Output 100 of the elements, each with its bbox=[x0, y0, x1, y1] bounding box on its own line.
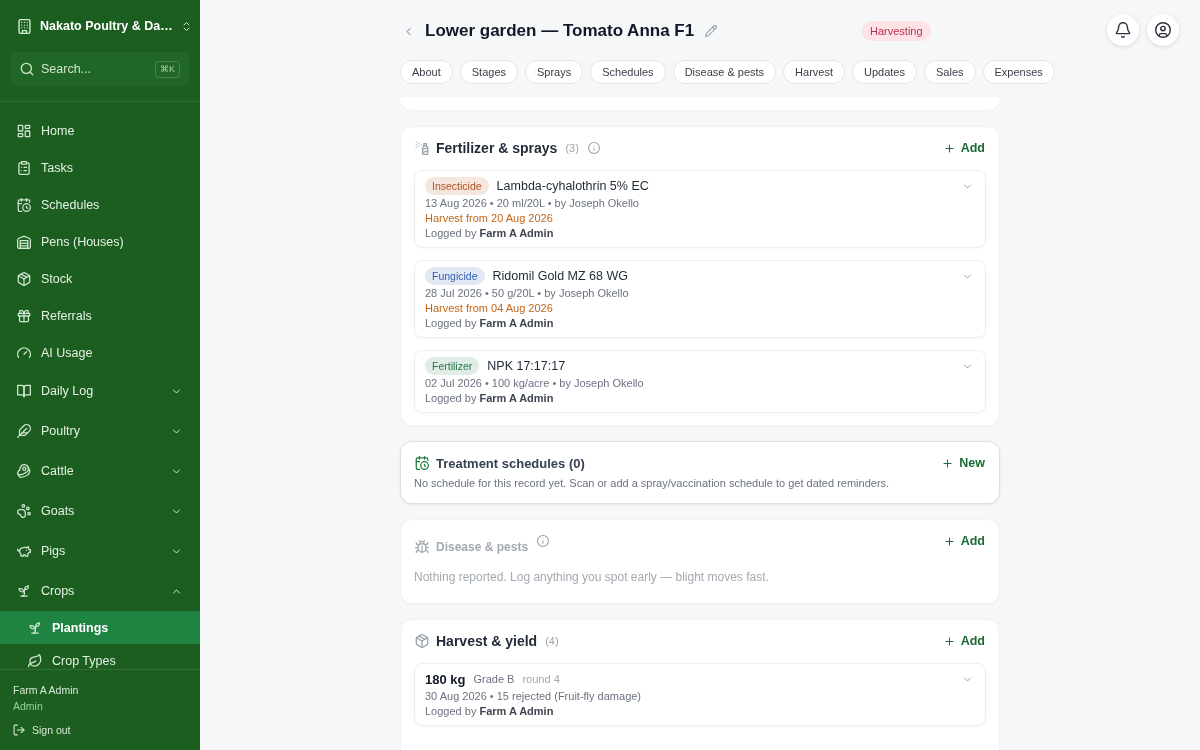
harvest-amount: 180 kg bbox=[425, 671, 466, 687]
sidebar-item[interactable]: Daily Log bbox=[0, 371, 200, 411]
sidebar-item[interactable]: Cattle bbox=[0, 451, 200, 491]
product-name: Lambda-cyhalothrin 5% EC bbox=[496, 179, 649, 193]
info-icon[interactable] bbox=[587, 142, 600, 154]
tab[interactable]: Updates bbox=[852, 60, 917, 84]
tab[interactable]: Sales bbox=[924, 60, 976, 84]
product-name: NPK 17:17:17 bbox=[487, 359, 566, 373]
sidebar-item[interactable]: Crop Types bbox=[0, 644, 200, 669]
spray-entry[interactable]: Fungicide Ridomil Gold MZ 68 WG 28 Jul 2026 • 50 g/20L • by Joseph Okello Harvest from 04 Aug 2026 Logged by Farm A Admin bbox=[414, 260, 986, 338]
entry-details: 02 Jul 2026 • 100 kg/acre • by Joseph Okello bbox=[425, 376, 645, 391]
tab[interactable]: Stages bbox=[459, 60, 518, 84]
bug-icon bbox=[415, 540, 429, 554]
org-switcher[interactable]: Nakato Poultry & Da… bbox=[0, 0, 200, 52]
plus-icon bbox=[943, 535, 955, 547]
cube-icon bbox=[17, 271, 31, 286]
section-title: Harvest & yield bbox=[436, 633, 538, 649]
sidebar-item[interactable]: AI Usage bbox=[0, 334, 200, 371]
user-name: Farm A Admin bbox=[13, 683, 80, 697]
warehouse-icon bbox=[17, 234, 31, 249]
tab[interactable]: Schedules bbox=[590, 60, 666, 84]
category-tag: Fungicide bbox=[425, 267, 485, 285]
spray-entry[interactable]: Fertilizer NPK 17:17:17 02 Jul 2026 • 100 kg/acre • by Joseph Okello Logged by Farm A Admin bbox=[414, 350, 986, 413]
harvest-date-note: Harvest from 20 Aug 2026 bbox=[425, 211, 554, 226]
add-button[interactable]: Add bbox=[943, 534, 986, 548]
feather-icon bbox=[17, 424, 31, 438]
tab[interactable]: Expenses bbox=[982, 60, 1055, 84]
empty-state-text: Nothing reported. Log anything you spot early — blight moves fast. bbox=[414, 569, 770, 585]
gauge-icon bbox=[17, 345, 31, 360]
new-button[interactable]: New bbox=[942, 456, 986, 470]
account-button[interactable] bbox=[1147, 14, 1179, 46]
leaf-icon bbox=[28, 653, 42, 668]
bell-icon bbox=[1115, 22, 1131, 38]
sidebar-item[interactable]: Tasks bbox=[0, 149, 200, 186]
section-title: Treatment schedules (0) bbox=[436, 455, 585, 471]
category-tag: Insecticide bbox=[425, 177, 489, 195]
tab[interactable]: About bbox=[400, 60, 453, 84]
exit-icon bbox=[13, 724, 25, 736]
shortcut-key: ⌘K bbox=[155, 61, 180, 78]
chevron-left-icon[interactable] bbox=[403, 25, 414, 37]
sidebar-item[interactable]: Crops bbox=[0, 571, 200, 611]
sidebar-item[interactable]: Schedules bbox=[0, 186, 200, 223]
plus-icon bbox=[942, 457, 954, 469]
pig-icon bbox=[17, 544, 31, 558]
notifications-button[interactable] bbox=[1107, 14, 1139, 46]
spray-entry[interactable]: Insecticide Lambda-cyhalothrin 5% EC 13 Aug 2026 • 20 ml/20L • by Joseph Okello Harvest from 20 Aug 2026 Logged by Farm A Admin bbox=[414, 170, 986, 248]
paw-icon bbox=[17, 504, 31, 518]
sidebar-item[interactable]: Pens (Houses) bbox=[0, 223, 200, 260]
sidebar-item[interactable]: Pigs bbox=[0, 531, 200, 571]
sprout-icon bbox=[28, 620, 42, 635]
sidebar-item[interactable]: Home bbox=[0, 112, 200, 149]
entry-details: 28 Jul 2026 • 50 g/20L • by Joseph Okello bbox=[425, 286, 630, 301]
category-tag: Fertilizer bbox=[425, 357, 480, 375]
add-button[interactable]: Add bbox=[943, 141, 986, 155]
building-icon bbox=[17, 18, 32, 34]
clipboard-icon bbox=[17, 160, 31, 175]
sidebar-item[interactable]: Stock bbox=[0, 260, 200, 297]
spray-can-icon bbox=[415, 141, 429, 155]
pencil-icon[interactable] bbox=[705, 25, 718, 37]
plus-icon bbox=[943, 142, 955, 154]
tab[interactable]: Disease & pests bbox=[672, 60, 777, 84]
plus-icon bbox=[943, 635, 955, 647]
add-button[interactable]: Add bbox=[943, 634, 986, 648]
calendar-clock-icon bbox=[415, 456, 429, 470]
book-icon bbox=[17, 384, 31, 398]
item-count: (3) bbox=[565, 142, 579, 154]
sidebar-item[interactable]: Goats bbox=[0, 491, 200, 531]
grade-label: Grade B bbox=[473, 673, 515, 685]
search-icon bbox=[20, 62, 34, 76]
item-count: (4) bbox=[545, 635, 559, 647]
user-role: Admin bbox=[13, 699, 44, 713]
tab[interactable]: Harvest bbox=[783, 60, 845, 84]
round-label: round 4 bbox=[522, 673, 560, 685]
page-title: Lower garden — Tomato Anna F1 bbox=[425, 21, 695, 41]
sign-out-button[interactable]: Sign out bbox=[13, 723, 71, 737]
gift-icon bbox=[17, 308, 31, 323]
harvest-date-note: Harvest from 04 Aug 2026 bbox=[425, 301, 554, 316]
sidebar-item[interactable]: Plantings bbox=[0, 611, 200, 644]
logged-by-text: Logged by Farm A Admin bbox=[425, 226, 555, 241]
grid-icon bbox=[17, 123, 31, 138]
harvest-entry[interactable]: 180 kg Grade B round 4 30 Aug 2026 • 15 rejected (Fruit-fly damage) Logged by Farm A Admin bbox=[414, 663, 986, 726]
product-name: Ridomil Gold MZ 68 WG bbox=[492, 269, 628, 283]
logged-by-text: Logged by Farm A Admin bbox=[425, 391, 555, 406]
steak-icon bbox=[17, 464, 31, 478]
entry-details: 30 Aug 2026 • 15 rejected (Fruit-fly damage) bbox=[425, 689, 643, 704]
sidebar-item[interactable]: Poultry bbox=[0, 411, 200, 451]
calendar-clock-icon bbox=[17, 197, 31, 212]
section-description: No schedule for this record yet. Scan or add a spray/vaccination schedule to get dated reminders. bbox=[414, 476, 891, 491]
logged-by-text: Logged by Farm A Admin bbox=[425, 704, 555, 719]
logged-by-text: Logged by Farm A Admin bbox=[425, 316, 555, 331]
section-title: Fertilizer & sprays bbox=[436, 140, 558, 156]
cube-icon bbox=[415, 634, 429, 648]
info-icon[interactable] bbox=[537, 535, 550, 547]
entry-details: 13 Aug 2026 • 20 ml/20L • by Joseph Okello bbox=[425, 196, 640, 211]
sidebar-item[interactable]: Referrals bbox=[0, 297, 200, 334]
tab[interactable]: Sprays bbox=[525, 60, 584, 84]
status-badge: Harvesting bbox=[862, 21, 931, 41]
sprout-icon bbox=[17, 584, 31, 598]
user-circle-icon bbox=[1155, 22, 1171, 38]
section-title: Disease & pests bbox=[436, 539, 529, 555]
